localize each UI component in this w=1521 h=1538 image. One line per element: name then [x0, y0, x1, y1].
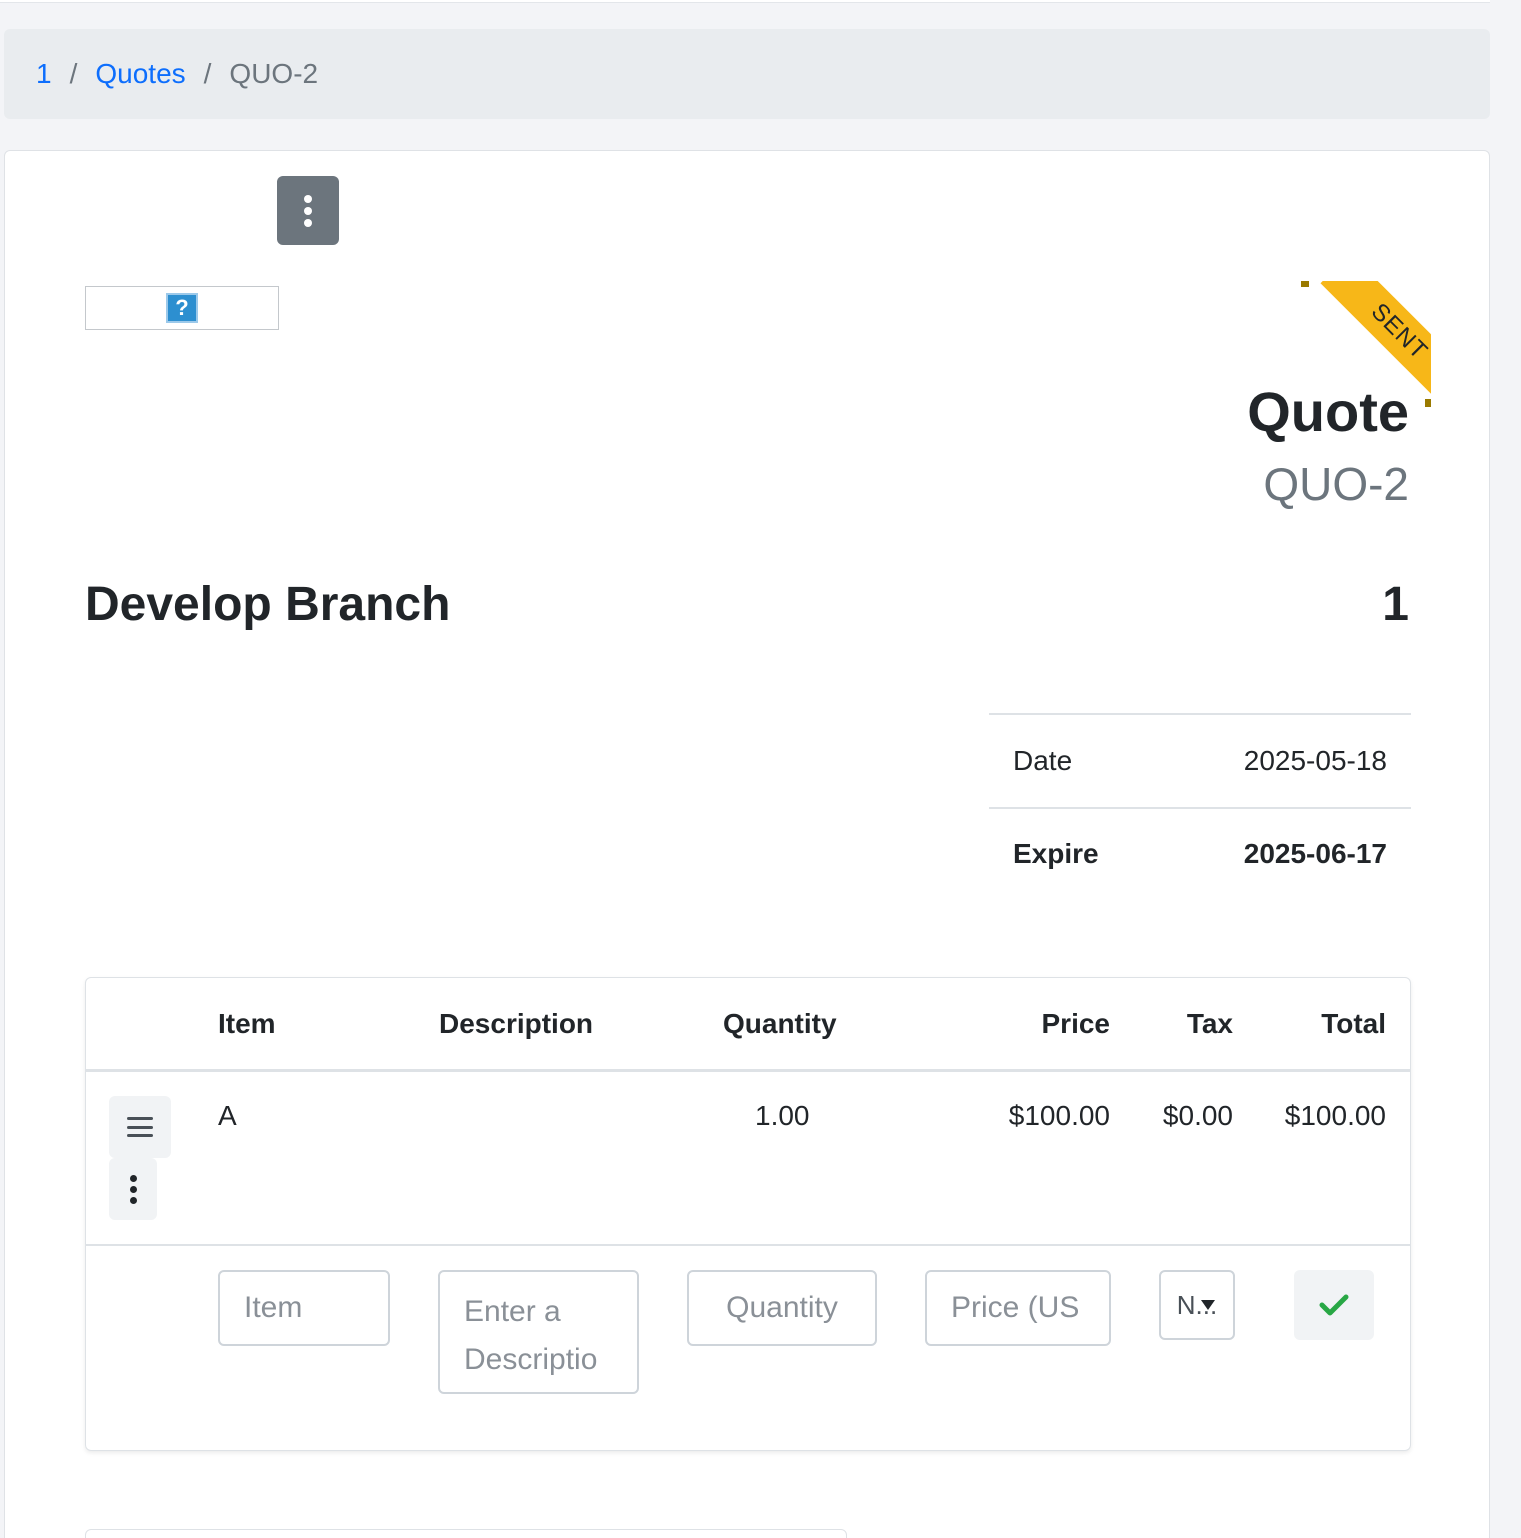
column-header-description: Description [439, 1008, 594, 1039]
expire-row: Expire 2025-06-17 [989, 807, 1411, 899]
kebab-dot [304, 194, 312, 203]
column-header-price: Price [1041, 1008, 1111, 1039]
kebab-dot [304, 218, 312, 227]
row-actions-button[interactable] [109, 1158, 157, 1220]
quote-card: ? SENT Quote QUO-2 Develop Branch 1 Date… [4, 150, 1490, 1538]
column-header-total: Total [1321, 1008, 1386, 1039]
document-title: Quote [1247, 380, 1409, 443]
chevron-down-icon [1201, 1300, 1215, 1310]
kebab-dot [129, 1174, 137, 1182]
company-name: Develop Branch [85, 578, 451, 631]
breadcrumb-link-quotes[interactable]: Quotes [95, 58, 185, 90]
client-name: 1 [1382, 578, 1409, 631]
kebab-dot [129, 1196, 137, 1204]
top-navbar-edge [0, 0, 1490, 3]
ribbon-fold [1425, 399, 1431, 407]
new-description-input[interactable]: Enter a Descriptio [438, 1270, 639, 1394]
cell-quantity: 1.00 [755, 1100, 810, 1131]
document-number: QUO-2 [1263, 458, 1409, 510]
table-header: Item Description Quantity Price Tax Tota… [86, 978, 1410, 1072]
cell-tax: $0.00 [1162, 1100, 1233, 1131]
line-items-table: Item Description Quantity Price Tax Tota… [85, 977, 1411, 1451]
date-row: Date 2025-05-18 [989, 715, 1411, 807]
new-quantity-input[interactable]: Quantity [687, 1270, 877, 1346]
add-item-button[interactable] [1294, 1270, 1374, 1340]
cell-item: A [218, 1100, 237, 1131]
column-header-item: Item [218, 1008, 276, 1039]
table-row: A 1.00 $100.00 $0.00 $100.00 [86, 1072, 1410, 1246]
notes-box [85, 1529, 847, 1538]
more-actions-button[interactable] [277, 176, 339, 245]
new-item-row: Item Enter a Descriptio Quantity Price (… [86, 1246, 1410, 1446]
date-label: Date [1013, 745, 1073, 776]
drag-handle[interactable] [109, 1096, 171, 1158]
kebab-dot [129, 1185, 137, 1193]
breadcrumb-current: QUO-2 [229, 58, 319, 89]
breadcrumb: 1 / Quotes / QUO-2 [4, 29, 1490, 119]
check-icon [1319, 1294, 1349, 1316]
column-header-quantity: Quantity [723, 1008, 837, 1039]
expire-label: Expire [1013, 838, 1099, 869]
breadcrumb-link-home[interactable]: 1 [36, 58, 52, 90]
ribbon-fold [1301, 281, 1309, 287]
kebab-dot [304, 206, 312, 215]
page-right-edge [1490, 0, 1521, 1538]
new-item-input[interactable]: Item [218, 1270, 390, 1346]
new-price-input[interactable]: Price (US [925, 1270, 1111, 1346]
company-logo: ? [85, 286, 279, 330]
column-header-tax: Tax [1186, 1008, 1233, 1039]
broken-image-icon: ? [166, 293, 198, 323]
breadcrumb-separator: / [203, 58, 212, 89]
quote-meta-table: Date 2025-05-18 Expire 2025-06-17 [989, 713, 1411, 899]
cell-total: $100.00 [1284, 1100, 1386, 1131]
breadcrumb-separator: / [69, 58, 78, 89]
date-value: 2025-05-18 [1243, 745, 1387, 776]
expire-value: 2025-06-17 [1243, 838, 1387, 869]
cell-price: $100.00 [1008, 1100, 1110, 1131]
tax-select[interactable]: N... [1159, 1270, 1235, 1340]
hamburger-icon [127, 1117, 153, 1137]
